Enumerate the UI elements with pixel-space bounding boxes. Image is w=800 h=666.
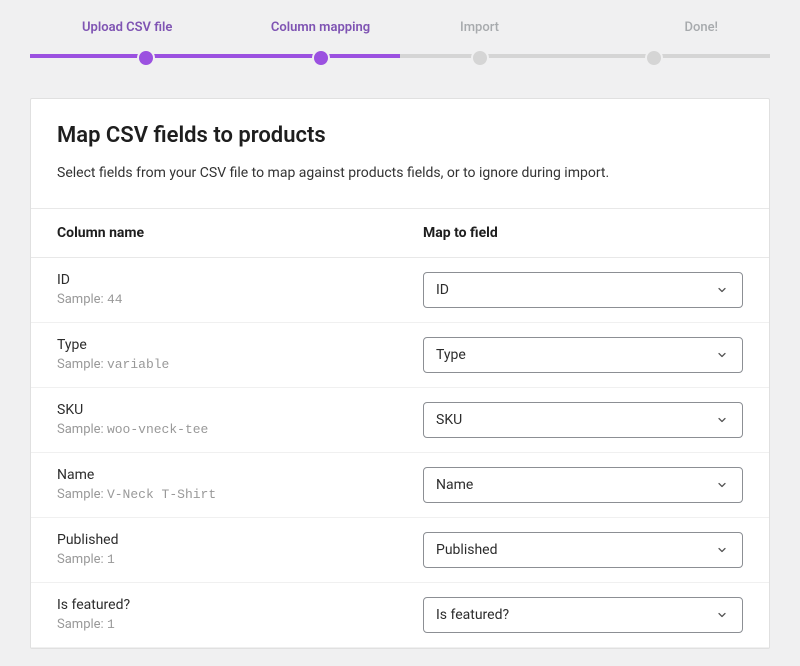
row-column-info: Type Sample: variable (57, 337, 423, 372)
table-row: Type Sample: variable Type (31, 323, 769, 388)
step-dot-icon (471, 49, 489, 67)
sample-value: variable (107, 357, 169, 372)
table-row: Is featured? Sample: 1 Is featured? (31, 583, 769, 648)
map-field-select[interactable]: ID (423, 272, 743, 308)
sample-prefix: Sample: (57, 552, 104, 567)
sample-value: 1 (107, 552, 115, 567)
column-sample: Sample: 1 (57, 552, 423, 567)
step-dot-icon (137, 49, 155, 67)
step-done: Done! (559, 20, 718, 43)
column-name-value: ID (57, 272, 423, 288)
table-header: Column name Map to field (31, 209, 769, 258)
chevron-down-icon (714, 282, 730, 298)
map-field-select[interactable]: SKU (423, 402, 743, 438)
page-description: Select fields from your CSV file to map … (57, 164, 743, 184)
select-value: SKU (436, 412, 462, 428)
column-name-value: SKU (57, 402, 423, 418)
th-column-name: Column name (57, 225, 423, 241)
chevron-down-icon (714, 607, 730, 623)
map-field-select[interactable]: Type (423, 337, 743, 373)
sample-value: woo-vneck-tee (107, 422, 208, 437)
mapping-rows: ID Sample: 44 ID Type Sample: variable T… (31, 258, 769, 648)
table-row: ID Sample: 44 ID (31, 258, 769, 323)
table-row: Name Sample: V-Neck T-Shirt Name (31, 453, 769, 518)
chevron-down-icon (714, 542, 730, 558)
step-column-mapping[interactable]: Column mapping (241, 20, 400, 43)
page-title: Map CSV fields to products (57, 123, 743, 148)
step-dot-icon (312, 49, 330, 67)
column-name-value: Is featured? (57, 597, 423, 613)
stepper-progress (30, 54, 400, 58)
row-column-info: ID Sample: 44 (57, 272, 423, 307)
step-label: Column mapping (241, 20, 400, 35)
column-sample: Sample: woo-vneck-tee (57, 422, 423, 437)
column-name-value: Name (57, 467, 423, 483)
row-column-info: Published Sample: 1 (57, 532, 423, 567)
column-name-value: Published (57, 532, 423, 548)
table-row: SKU Sample: woo-vneck-tee SKU (31, 388, 769, 453)
map-field-select[interactable]: Published (423, 532, 743, 568)
column-sample: Sample: 1 (57, 617, 423, 632)
sample-prefix: Sample: (57, 487, 104, 502)
sample-value: 1 (107, 617, 115, 632)
row-column-info: Name Sample: V-Neck T-Shirt (57, 467, 423, 502)
sample-prefix: Sample: (57, 357, 104, 372)
th-map-to-field: Map to field (423, 225, 743, 241)
step-label: Done! (559, 20, 718, 35)
row-column-info: Is featured? Sample: 1 (57, 597, 423, 632)
column-sample: Sample: V-Neck T-Shirt (57, 487, 423, 502)
sample-prefix: Sample: (57, 292, 104, 307)
select-value: ID (436, 282, 449, 298)
table-row: Published Sample: 1 Published (31, 518, 769, 583)
row-column-info: SKU Sample: woo-vneck-tee (57, 402, 423, 437)
mapping-card: Map CSV fields to products Select fields… (30, 98, 770, 649)
chevron-down-icon (714, 412, 730, 428)
step-dot-icon (645, 49, 663, 67)
sample-prefix: Sample: (57, 617, 104, 632)
column-sample: Sample: 44 (57, 292, 423, 307)
select-value: Name (436, 477, 473, 493)
map-field-select[interactable]: Is featured? (423, 597, 743, 633)
progress-stepper: Upload CSV file Column mapping Import Do… (30, 20, 770, 66)
step-label: Upload CSV file (82, 20, 241, 35)
map-field-select[interactable]: Name (423, 467, 743, 503)
sample-value: 44 (107, 292, 123, 307)
sample-prefix: Sample: (57, 422, 104, 437)
column-sample: Sample: variable (57, 357, 423, 372)
select-value: Published (436, 542, 497, 558)
select-value: Type (436, 347, 466, 363)
chevron-down-icon (714, 347, 730, 363)
card-header: Map CSV fields to products Select fields… (31, 99, 769, 209)
step-upload-csv[interactable]: Upload CSV file (82, 20, 241, 43)
select-value: Is featured? (436, 607, 509, 623)
chevron-down-icon (714, 477, 730, 493)
step-label: Import (400, 20, 559, 35)
sample-value: V-Neck T-Shirt (107, 487, 216, 502)
step-import: Import (400, 20, 559, 43)
column-name-value: Type (57, 337, 423, 353)
